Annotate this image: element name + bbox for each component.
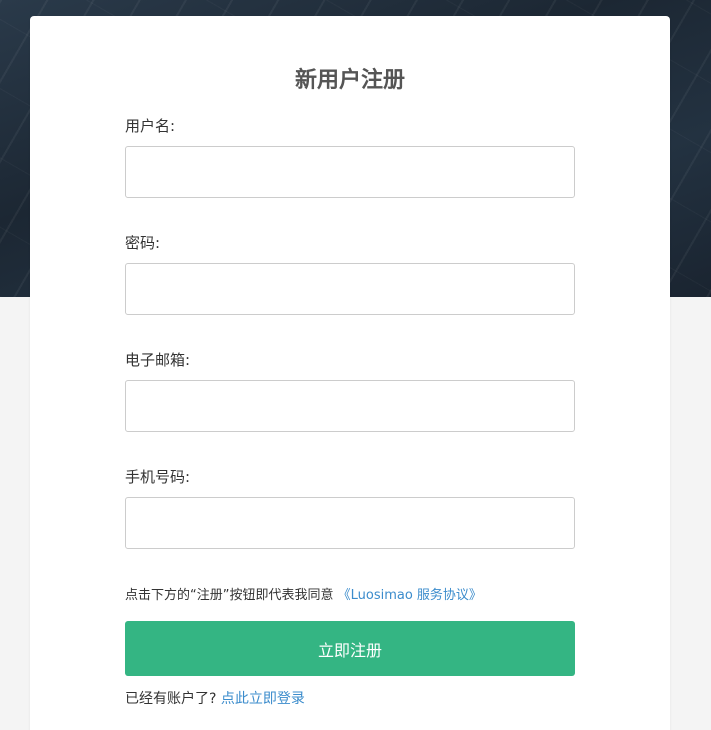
- phone-label: 手机号码:: [125, 468, 191, 486]
- email-input[interactable]: [125, 380, 575, 432]
- email-field-group: 电子邮箱:: [125, 349, 575, 432]
- agreement-notice: 点击下方的“注册”按钮即代表我同意 《Luosimao 服务协议》: [125, 584, 482, 603]
- page-title: 新用户注册: [294, 68, 405, 93]
- password-field-group: 密码:: [125, 232, 575, 315]
- username-field-group: 用户名:: [125, 115, 575, 198]
- register-button[interactable]: 立即注册: [125, 621, 575, 676]
- agreement-text: 点击下方的“注册”按钮即代表我同意: [125, 588, 334, 603]
- password-input[interactable]: [125, 263, 575, 315]
- email-label: 电子邮箱:: [125, 351, 191, 369]
- login-prompt: 已经有账户了? 点此立即登录: [125, 688, 305, 708]
- password-label: 密码:: [125, 234, 161, 252]
- phone-input[interactable]: [125, 497, 575, 549]
- login-prompt-text: 已经有账户了?: [125, 691, 217, 707]
- register-card: 新用户注册 用户名: 密码: 电子邮箱: 手机号码: 点击下方的“注册”按钮即代…: [30, 16, 670, 730]
- username-label: 用户名:: [125, 117, 176, 135]
- phone-field-group: 手机号码:: [125, 466, 575, 549]
- username-input[interactable]: [125, 146, 575, 198]
- terms-of-service-link[interactable]: 《Luosimao 服务协议》: [338, 588, 482, 603]
- page: 新用户注册 用户名: 密码: 电子邮箱: 手机号码: 点击下方的“注册”按钮即代…: [0, 0, 711, 730]
- login-link[interactable]: 点此立即登录: [221, 691, 305, 707]
